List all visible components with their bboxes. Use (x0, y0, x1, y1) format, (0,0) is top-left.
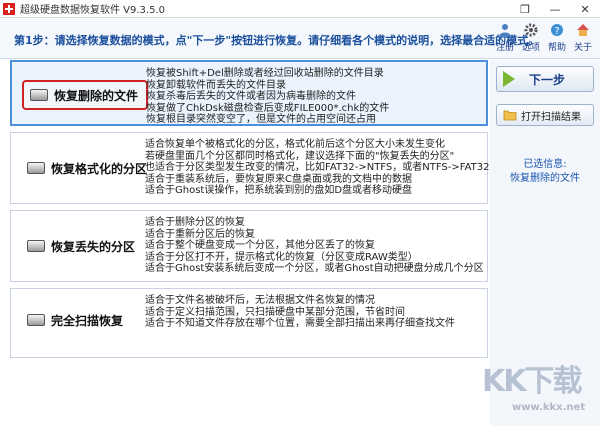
home-icon (575, 22, 591, 38)
mode-title: 恢复删除的文件 (54, 88, 139, 103)
description-line: 恢复做了ChkDsk磁盘检查后变成FILE000*.chk的文件 (146, 102, 390, 114)
description-line: 也适合于分区类型发生改变的情况，比如FAT32->NTFS，或者NTFS->FA… (145, 162, 490, 173)
mode-description: 适合于文件名被破坏后，无法根据文件名恢复的情况 适合于定义扫描范围，只扫描硬盘中… (145, 295, 455, 330)
mode-title: 恢复格式化的分区 (51, 161, 148, 176)
mode-button-formatted-partition[interactable]: 恢复格式化的分区 (21, 153, 155, 183)
description-line: 适合恢复单个被格式化的分区，格式化前后这个分区大小未发生变化 (145, 139, 445, 150)
watermark: KK下载 www.kkx.net (482, 356, 600, 422)
mode-description: 恢复被Shift+Del删除或者经过回收站删除的文件目录 恢复卸载软件而丢失的文… (146, 68, 389, 126)
description-line: 恢复根目录突然变空了，但是文件的占用空间还占用 (146, 114, 376, 125)
help-tool[interactable]: ? 帮助 (545, 22, 569, 53)
description-line: 适合于Ghost安装系统后变成一个分区，或者Ghost自动把硬盘分成几个分区 (145, 263, 484, 274)
description-line: 适合于重装系统后，要恢复原来C盘桌面或我的文档中的数据 (145, 173, 412, 185)
header-bar: 第1步：请选择恢复数据的模式，点"下一步"按钮进行恢复。请仔细看各个模式的说明，… (0, 19, 600, 59)
mode-button-deleted-files[interactable]: 恢复删除的文件 (22, 80, 149, 110)
next-step-button[interactable]: 下一步 (496, 66, 594, 92)
description-line: 适合于重新分区后的恢复 (145, 228, 255, 240)
selected-info: 已选信息: 恢复删除的文件 (490, 158, 600, 186)
hard-disk-icon (27, 162, 45, 174)
description-line: 恢复被Shift+Del删除或者经过回收站删除的文件目录 (146, 68, 384, 79)
close-button[interactable]: ✕ (570, 0, 600, 18)
mode-button-lost-partition[interactable]: 恢复丢失的分区 (21, 231, 143, 261)
description-line: 适合于删除分区的恢复 (145, 217, 245, 228)
mode-panel-lost-partition[interactable]: 恢复丢失的分区 适合于删除分区的恢复 适合于重新分区后的恢复 适合于整个硬盘变成… (10, 210, 488, 282)
next-step-label: 下一步 (529, 72, 566, 87)
description-line: 若硬盘里面几个分区都同时格式化，建议选择下面的"恢复丢失的分区" (145, 150, 455, 162)
step-instruction: 第1步：请选择恢复数据的模式，点"下一步"按钮进行恢复。请仔细看各个模式的说明，… (14, 34, 540, 47)
user-icon (497, 22, 513, 38)
gear-icon (523, 22, 539, 38)
restore-button[interactable]: ❐ (510, 0, 540, 18)
svg-text:?: ? (554, 26, 559, 37)
mode-button-full-scan[interactable]: 完全扫描恢复 (21, 305, 131, 335)
folder-icon (503, 110, 517, 121)
mode-panel-deleted-files[interactable]: 恢复删除的文件 恢复被Shift+Del删除或者经过回收站删除的文件目录 恢复卸… (10, 60, 488, 126)
hard-disk-icon (27, 314, 45, 326)
mode-panel-formatted-partition[interactable]: 恢复格式化的分区 适合恢复单个被格式化的分区，格式化前后这个分区大小未发生变化 … (10, 132, 489, 204)
description-line: 适合于不知道文件存放在哪个位置，需要全部扫描出来再仔细查找文件 (145, 318, 455, 329)
selected-info-value: 恢复删除的文件 (510, 173, 580, 184)
description-line: 适合于文件名被破坏后，无法根据文件名恢复的情况 (145, 295, 375, 306)
mode-description: 适合恢复单个被格式化的分区，格式化前后这个分区大小未发生变化 若硬盘里面几个分区… (145, 139, 489, 197)
description-line: 恢复杀毒后丢失的文件或者因为病毒删除的文件 (146, 91, 356, 102)
about-label: 关于 (573, 43, 592, 53)
register-tool[interactable]: 注册 (493, 22, 517, 53)
description-line: 适合于分区打不开，提示格式化的恢复（分区变成RAW类型） (145, 251, 418, 263)
window-title: 超级硬盘数据恢复软件 V9.3.5.0 (20, 5, 166, 16)
window-controls: ❐ — ✕ (510, 0, 600, 18)
mode-title: 恢复丢失的分区 (51, 239, 136, 254)
description-line: 适合于整个硬盘变成一个分区，其他分区丢了的恢复 (145, 240, 375, 251)
options-tool[interactable]: 选项 (519, 22, 543, 53)
open-scan-results-label: 打开扫描结果 (521, 111, 581, 123)
watermark-logo: KK下载 (482, 364, 582, 399)
mode-description: 适合于删除分区的恢复 适合于重新分区后的恢复 适合于整个硬盘变成一个分区，其他分… (145, 217, 484, 275)
mode-panel-full-scan[interactable]: 完全扫描恢复 适合于文件名被破坏后，无法根据文件名恢复的情况 适合于定义扫描范围… (10, 288, 488, 358)
selected-info-label: 已选信息: (523, 159, 567, 170)
minimize-button[interactable]: — (540, 0, 570, 18)
open-scan-results-button[interactable]: 打开扫描结果 (496, 104, 594, 126)
arrow-right-icon (503, 71, 515, 87)
hard-disk-icon (30, 89, 48, 101)
description-line: 适合于定义扫描范围，只扫描硬盘中某部分范围，节省时间 (145, 306, 405, 318)
title-bar: 超级硬盘数据恢复软件 V9.3.5.0 ❐ — ✕ (0, 0, 600, 18)
mode-title: 完全扫描恢复 (51, 313, 124, 328)
app-logo-icon (3, 2, 15, 15)
watermark-url: www.kkx.net (512, 402, 586, 413)
help-icon: ? (549, 22, 565, 38)
recovery-mode-list: 恢复删除的文件 恢复被Shift+Del删除或者经过回收站删除的文件目录 恢复卸… (10, 60, 489, 420)
hard-disk-icon (27, 240, 45, 252)
about-tool[interactable]: 关于 (571, 22, 595, 53)
description-line: 适合于Ghost误操作，把系统装到别的盘如D盘或者移动硬盘 (145, 185, 413, 196)
description-line: 恢复卸载软件而丢失的文件目录 (146, 79, 286, 91)
